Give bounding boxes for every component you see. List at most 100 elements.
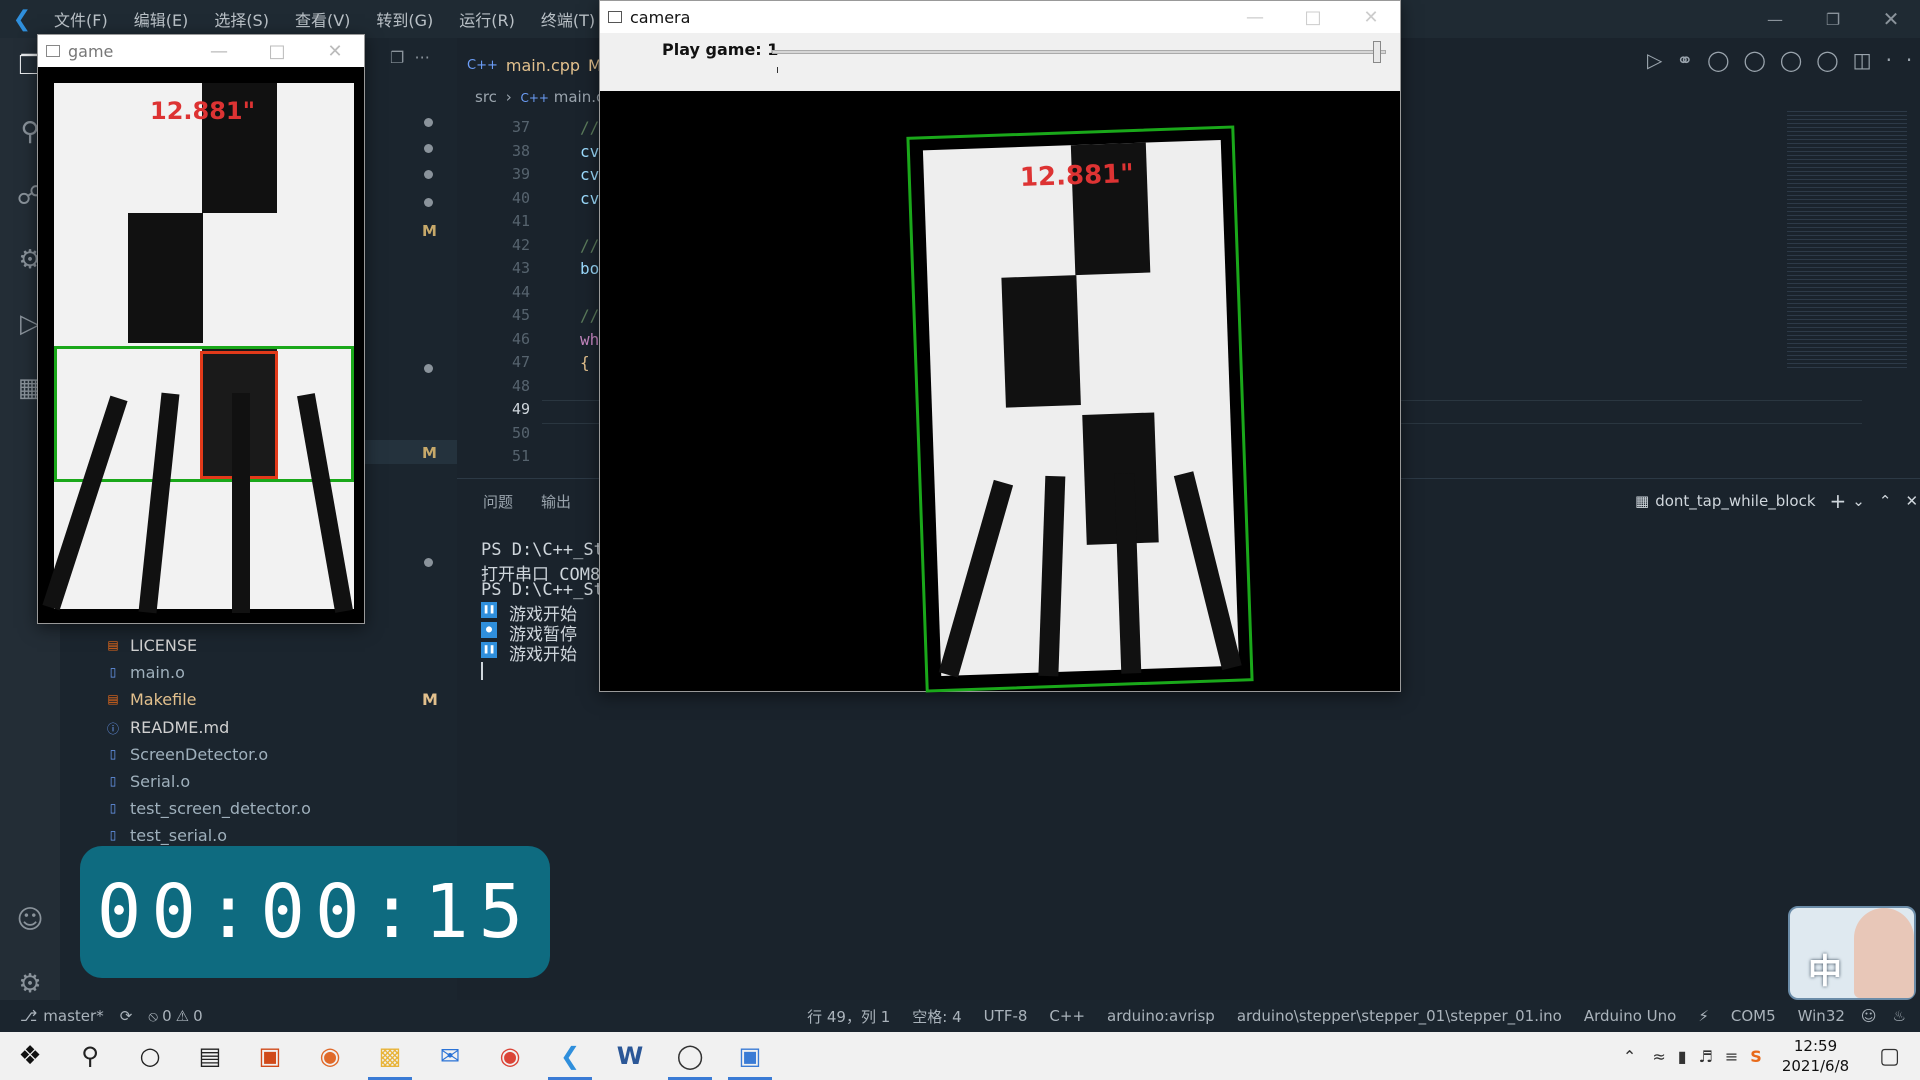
file-tree-item[interactable]: ⓘ README.md — [107, 718, 229, 737]
encoding[interactable]: UTF-8 — [984, 1007, 1028, 1025]
network-icon[interactable]: ≈ — [1652, 1047, 1665, 1066]
volume-icon[interactable]: ♬ — [1699, 1047, 1713, 1066]
account-icon[interactable]: ☺ — [12, 902, 48, 938]
branch-label[interactable]: master* — [43, 1007, 103, 1025]
stylus-1 — [938, 479, 1014, 678]
close-icon[interactable]: ✕ — [1862, 7, 1920, 31]
line-number: 46 — [511, 329, 530, 348]
breadcrumb-folder[interactable]: src — [475, 88, 497, 106]
obs-icon[interactable]: ◯ — [660, 1032, 720, 1080]
vscode-icon[interactable]: ❮ — [540, 1032, 600, 1080]
game-window: game — □ ✕ 12.881" — [37, 34, 365, 624]
file-tree-item[interactable]: ▯ test_serial.o — [110, 826, 227, 845]
language-mode[interactable]: C++ — [1049, 1007, 1085, 1025]
add-terminal-icon[interactable]: + — [1830, 489, 1847, 513]
cursor-position[interactable]: 行 49，列 1 — [807, 1006, 890, 1027]
file-tree-item[interactable]: ▯ main.o — [110, 663, 185, 682]
close-panel-icon[interactable]: ✕ — [1905, 492, 1918, 510]
trackbar-tick — [777, 67, 778, 73]
close-icon[interactable]: ✕ — [1342, 7, 1400, 28]
maximize-icon[interactable]: □ — [248, 41, 306, 62]
stylus-2 — [1038, 475, 1066, 677]
board-name[interactable]: Arduino Uno — [1584, 1007, 1676, 1025]
file-tree-item[interactable]: ▯ test_screen_detector.o — [110, 799, 311, 818]
menu-item[interactable]: 终端(T) — [541, 7, 595, 31]
start-icon[interactable]: ❖ — [0, 1032, 60, 1080]
battery-icon[interactable]: ▮ — [1678, 1047, 1687, 1066]
cortana-icon[interactable]: ○ — [120, 1032, 180, 1080]
platform[interactable]: Win32 — [1798, 1007, 1845, 1025]
ime-mode-label: 中 — [1808, 952, 1842, 992]
clock-time: 12:59 — [1793, 1037, 1838, 1055]
tab-label: main.cpp — [505, 55, 581, 75]
task-view-icon[interactable]: ▤ — [180, 1032, 240, 1080]
code-line[interactable]: // — [580, 118, 599, 137]
game-titlebar: game — □ ✕ — [38, 35, 364, 67]
search-icon[interactable]: ⚲ — [60, 1032, 120, 1080]
mail-icon[interactable]: ✉ — [420, 1032, 480, 1080]
bell-icon[interactable]: ♨ — [1893, 1007, 1906, 1025]
code-line[interactable]: // — [580, 236, 599, 255]
minimize-icon[interactable]: — — [1746, 10, 1804, 29]
minimize-icon[interactable]: — — [190, 41, 248, 62]
word-icon[interactable]: W — [600, 1032, 660, 1080]
line-number: 51 — [511, 447, 530, 465]
line-number: 37 — [511, 118, 530, 136]
tab-output[interactable]: 输出 — [541, 491, 571, 512]
line-number: 50 — [511, 423, 530, 442]
code-line[interactable]: cv — [580, 142, 599, 161]
tab-main-cpp[interactable]: C++ main.cpp M — [467, 46, 602, 84]
terminal-selector[interactable]: ▦ dont_tap_while_block + ⌄ ⌃ ✕ — [1635, 489, 1918, 513]
sync-icon[interactable]: ⟳ — [120, 1007, 133, 1025]
ime-widget[interactable]: 中 — [1788, 906, 1916, 1000]
opencv-window-icon[interactable]: ▣ — [720, 1032, 780, 1080]
ime-icon[interactable]: ≡ — [1725, 1047, 1738, 1066]
chevron-up-icon[interactable]: ⌃ — [1879, 492, 1892, 510]
menu-item[interactable]: 文件(F) — [54, 7, 108, 31]
menu-item[interactable]: 查看(V) — [295, 7, 350, 31]
desktop: ❮ 文件(F)编辑(E)选择(S)查看(V)转到(G)运行(R)终端(T)帮助(… — [0, 0, 1920, 1080]
trackbar-slider[interactable] — [772, 41, 1386, 63]
minimize-icon[interactable]: — — [1226, 7, 1284, 28]
menu-item[interactable]: 选择(S) — [214, 7, 269, 31]
chrome-icon[interactable]: ◉ — [480, 1032, 540, 1080]
chevron-up-icon[interactable]: ⌃ — [1623, 1047, 1636, 1066]
menu-item[interactable]: 运行(R) — [459, 7, 515, 31]
warning-count[interactable]: 0 — [193, 1007, 203, 1025]
code-line[interactable]: bo — [580, 259, 599, 278]
game-title: game — [68, 41, 114, 61]
file-tree-item[interactable]: ▤ Makefile M — [107, 690, 438, 709]
store-icon[interactable]: ▣ — [240, 1032, 300, 1080]
file-explorer-icon[interactable]: ▩ — [360, 1032, 420, 1080]
code-line[interactable]: // — [580, 306, 599, 325]
sketch-path[interactable]: arduino\stepper\stepper_01\stepper_01.in… — [1237, 1007, 1562, 1025]
code-line[interactable]: wh — [580, 330, 599, 349]
chevron-down-icon[interactable]: ⌄ — [1852, 492, 1865, 510]
line-number: 49 — [511, 400, 530, 418]
clock[interactable]: 12:59 2021/6/8 — [1782, 1036, 1849, 1076]
tab-problems[interactable]: 问题 — [483, 491, 513, 512]
file-tree-item[interactable]: ▯ Serial.o — [110, 772, 190, 791]
file-name: Makefile — [130, 690, 197, 709]
settings-gear-icon[interactable]: ⚙ — [12, 966, 48, 1002]
maximize-icon[interactable]: □ — [1284, 7, 1342, 28]
menu-item[interactable]: 转到(G) — [376, 7, 433, 31]
serial-port[interactable]: COM5 — [1731, 1007, 1776, 1025]
trackbar-thumb[interactable] — [1373, 41, 1381, 63]
indent-setting[interactable]: 空格: 4 — [912, 1006, 961, 1027]
file-tree-item[interactable]: ▯ ScreenDetector.o — [110, 745, 268, 764]
menu-item[interactable]: 编辑(E) — [134, 7, 189, 31]
code-line[interactable]: cv — [580, 165, 599, 184]
notification-icon[interactable]: ▢ — [1879, 1044, 1900, 1069]
file-tree-item[interactable]: ▤ LICENSE — [107, 636, 197, 655]
code-line[interactable]: { — [580, 353, 590, 372]
info-icon: ⓘ — [106, 722, 119, 736]
close-icon[interactable]: ✕ — [306, 41, 364, 62]
sogou-icon[interactable]: S — [1750, 1047, 1762, 1066]
code-line[interactable]: cv — [580, 189, 599, 208]
media-player-icon[interactable]: ◉ — [300, 1032, 360, 1080]
restore-icon[interactable]: ❐ — [1804, 10, 1862, 29]
error-count[interactable]: 0 — [162, 1007, 172, 1025]
programmer[interactable]: arduino:avrisp — [1107, 1007, 1215, 1025]
feedback-icon[interactable]: ☺ — [1861, 1007, 1877, 1025]
